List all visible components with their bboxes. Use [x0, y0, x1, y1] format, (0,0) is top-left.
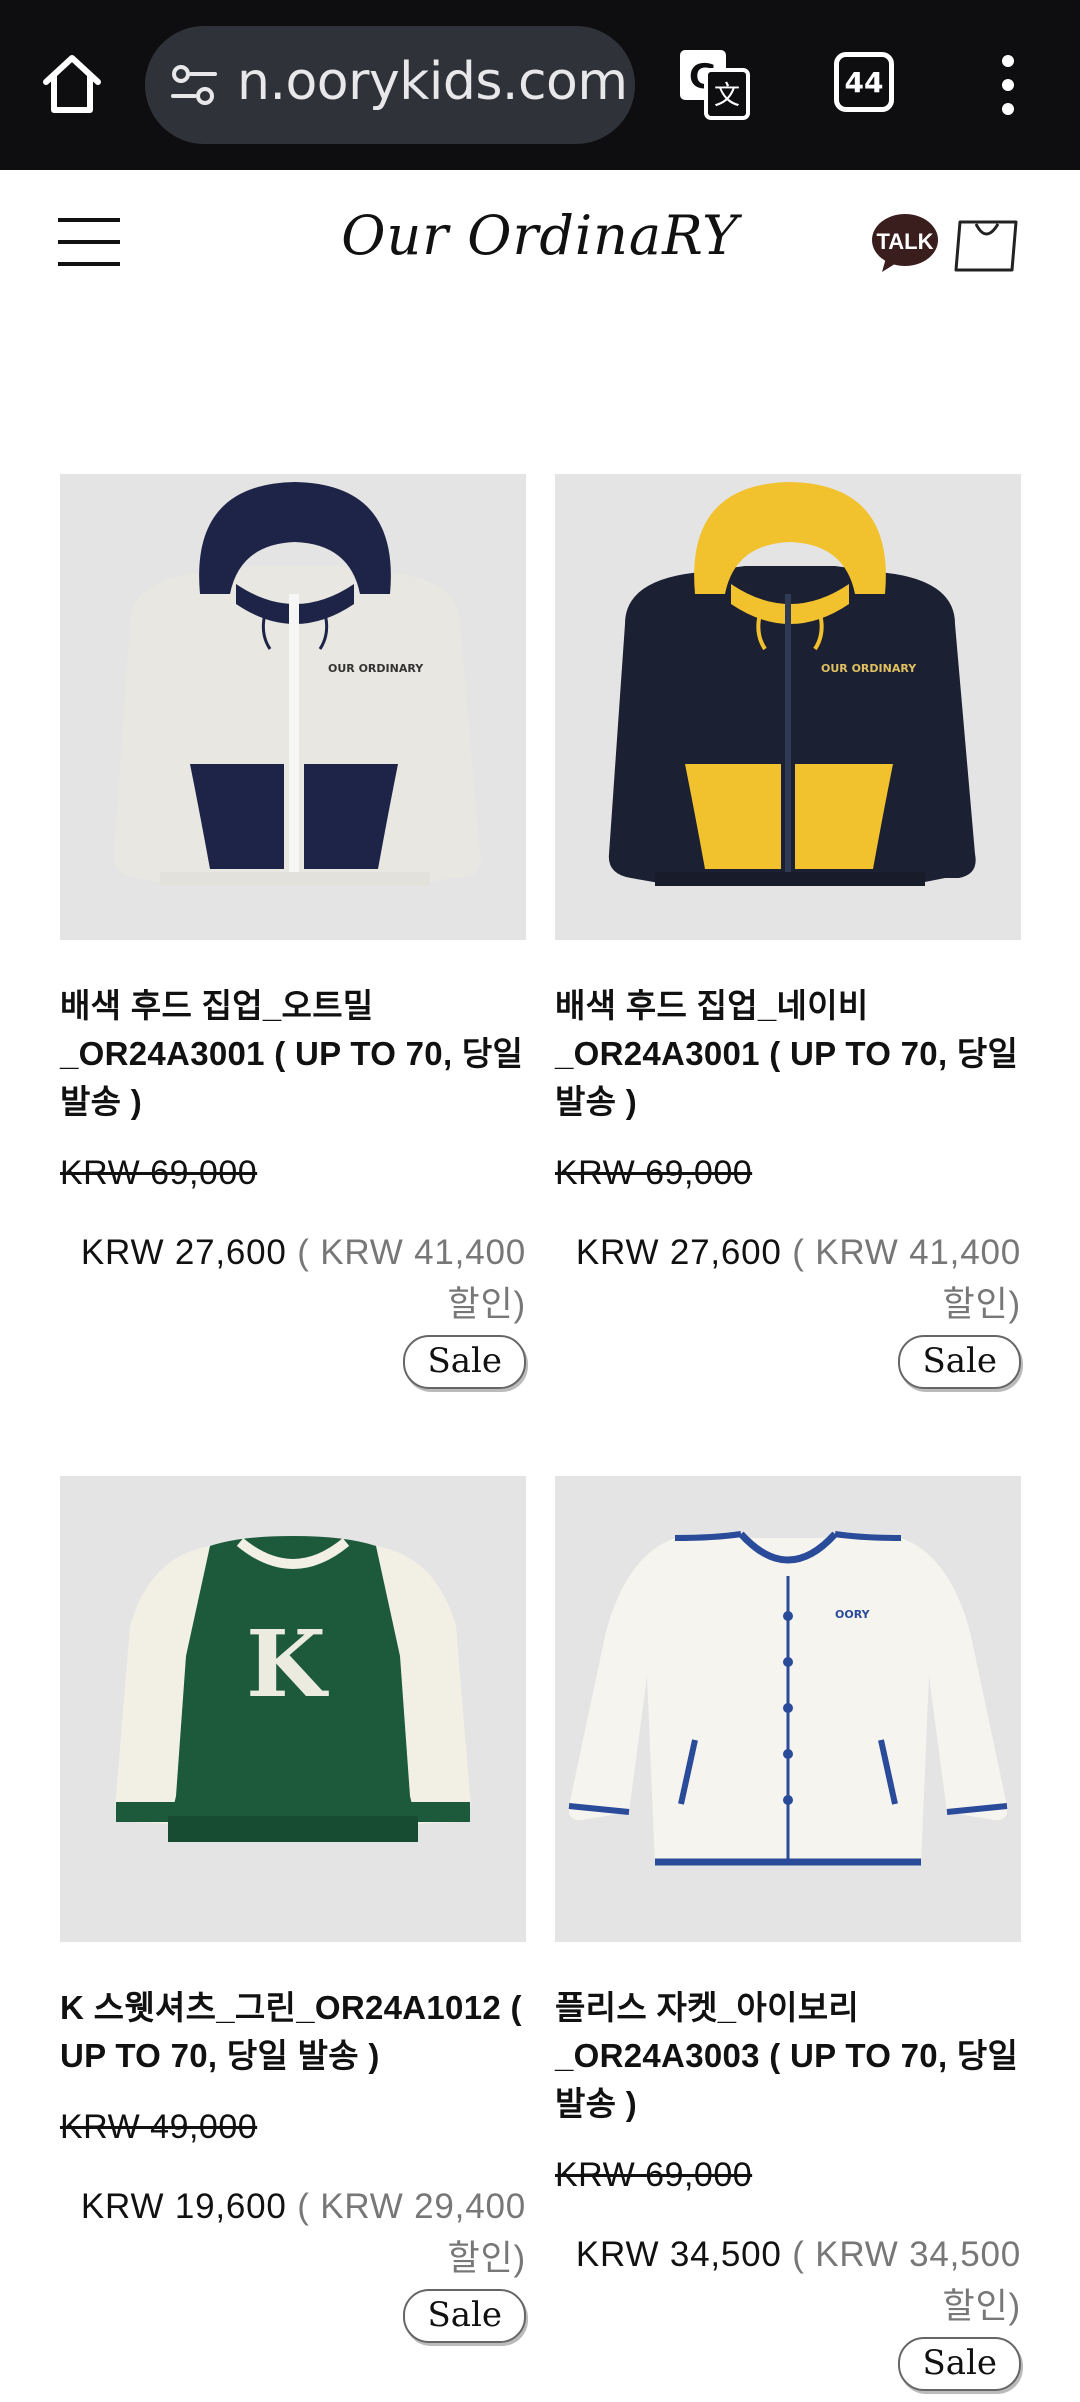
sale-badge: Sale	[555, 2337, 1021, 2391]
menu-icon[interactable]	[58, 216, 122, 268]
discount-amount: ( KRW 41,400 할인)	[297, 1233, 526, 1324]
sale-price: KRW 34,500	[575, 2235, 782, 2274]
hoodie-illustration	[113, 482, 481, 886]
sale-badge-label: Sale	[403, 2289, 526, 2343]
sale-price: KRW 27,600	[80, 1233, 287, 1272]
product-image[interactable]: OORY	[555, 1476, 1021, 1942]
sweatshirt-letter: K	[246, 1610, 326, 1718]
product-card[interactable]: OUR ORDINARY 배색 후드 집업_네이비_OR24A3001 ( UP…	[555, 474, 1021, 1389]
original-price: KRW 69,000	[555, 2156, 753, 2194]
url-text: n.oorykids.com	[237, 52, 628, 112]
site-settings-icon[interactable]	[169, 64, 219, 108]
sale-badge: Sale	[555, 1335, 1021, 1389]
sale-badge: Sale	[60, 2289, 526, 2343]
product-image[interactable]: OUR ORDINARY	[60, 474, 526, 940]
discount-amount: ( KRW 41,400 할인)	[792, 1233, 1021, 1324]
price-block: KRW 19,600 ( KRW 29,400 할인)	[60, 2181, 526, 2285]
sale-badge-label: Sale	[403, 1335, 526, 1389]
discount-amount: ( KRW 29,400 할인)	[297, 2187, 526, 2278]
price-block: KRW 34,500 ( KRW 34,500 할인)	[555, 2229, 1021, 2333]
product-name[interactable]: 배색 후드 집업_네이비_OR24A3001 ( UP TO 70, 당일 발송…	[555, 982, 1021, 1126]
hoodie-illustration	[608, 482, 976, 886]
product-card[interactable]: OUR ORDINARY 배색 후드 집업_오트밀_OR24A3001 ( UP…	[60, 474, 526, 1389]
sale-badge-label: Sale	[898, 1335, 1021, 1389]
more-options-icon[interactable]	[990, 52, 1026, 118]
tab-switcher-button[interactable]: 44	[834, 52, 894, 112]
product-name[interactable]: 플리스 자켓_아이보리_OR24A3003 ( UP TO 70, 당일 발송 …	[555, 1984, 1021, 2128]
original-price: KRW 69,000	[60, 1154, 258, 1192]
sale-badge-label: Sale	[898, 2337, 1021, 2391]
product-card[interactable]: K K 스웻셔츠_그린_OR24A1012 ( UP TO 70, 당일 발송 …	[60, 1476, 526, 2343]
svg-text:TALK: TALK	[876, 229, 933, 254]
original-price: KRW 69,000	[555, 1154, 753, 1192]
sale-price: KRW 27,600	[575, 1233, 782, 1272]
product-card[interactable]: OORY 플리스 자켓_아이보리_OR24A3003 ( UP TO 70, 당…	[555, 1476, 1021, 2391]
address-bar[interactable]: n.oorykids.com	[145, 26, 635, 144]
home-icon[interactable]	[38, 50, 106, 118]
image-brand-text: OORY	[835, 1608, 870, 1621]
product-name[interactable]: K 스웻셔츠_그린_OR24A1012 ( UP TO 70, 당일 발송 )	[60, 1984, 526, 2080]
shopping-bag-icon[interactable]	[952, 214, 1022, 276]
site-header: Our OrdinaRY TALK	[0, 170, 1080, 320]
price-block: KRW 27,600 ( KRW 41,400 할인)	[555, 1227, 1021, 1331]
product-image[interactable]: K	[60, 1476, 526, 1942]
product-image[interactable]: OUR ORDINARY	[555, 474, 1021, 940]
sale-price: KRW 19,600	[80, 2187, 287, 2226]
site-logo[interactable]: Our OrdinaRY	[300, 204, 780, 267]
translate-icon[interactable]: G 文	[676, 46, 752, 122]
sale-badge: Sale	[60, 1335, 526, 1389]
svg-text:文: 文	[714, 81, 740, 111]
product-name[interactable]: 배색 후드 집업_오트밀_OR24A3001 ( UP TO 70, 당일 발송…	[60, 982, 526, 1126]
price-block: KRW 27,600 ( KRW 41,400 할인)	[60, 1227, 526, 1331]
image-brand-text: OUR ORDINARY	[821, 662, 917, 675]
discount-amount: ( KRW 34,500 할인)	[792, 2235, 1021, 2326]
original-price: KRW 49,000	[60, 2108, 258, 2146]
image-brand-text: OUR ORDINARY	[328, 662, 424, 675]
browser-toolbar: n.oorykids.com G 文 44	[0, 0, 1080, 170]
kakao-talk-icon[interactable]: TALK	[870, 212, 940, 274]
fleece-jacket-illustration	[568, 1531, 1008, 1866]
